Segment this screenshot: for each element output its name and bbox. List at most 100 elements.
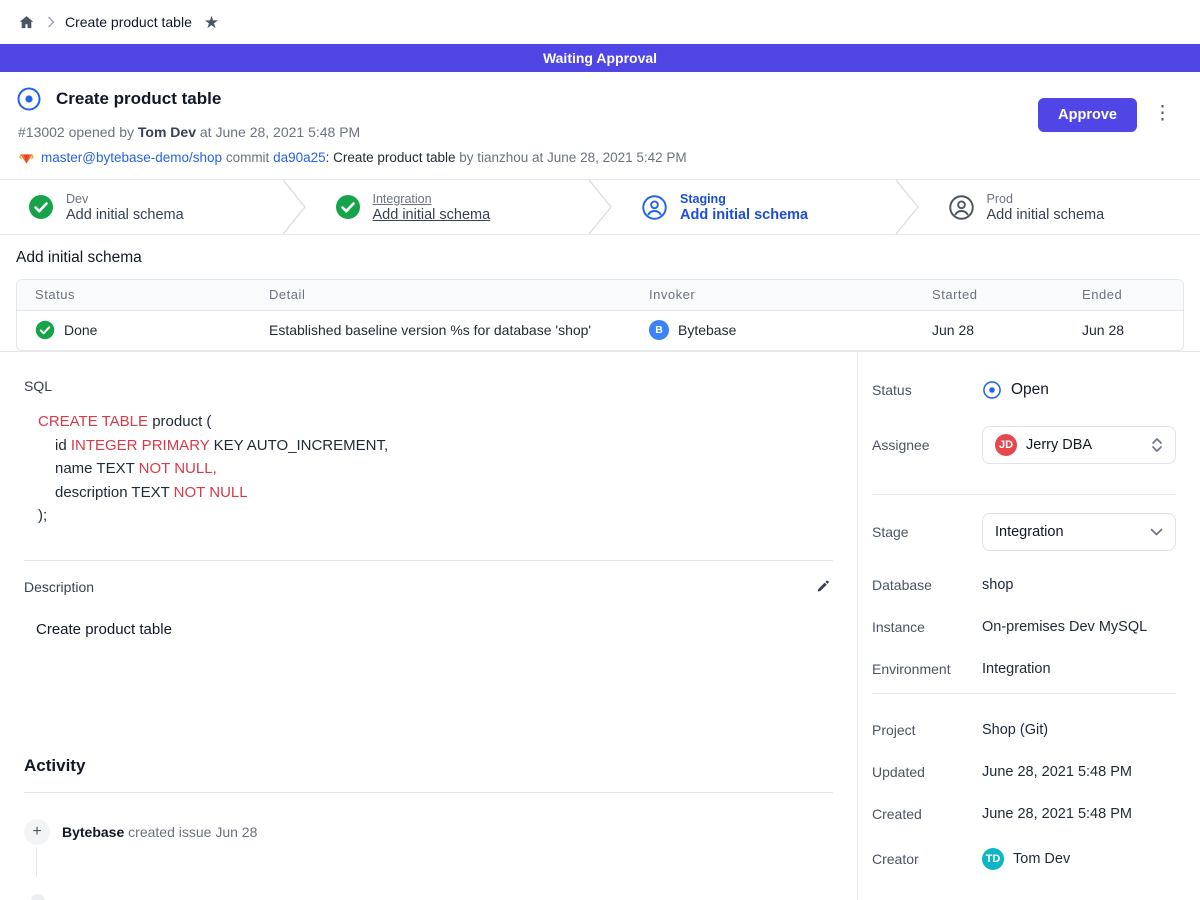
stage-env-label: Prod xyxy=(987,192,1105,206)
commit-hash-link[interactable]: da90a25 xyxy=(273,150,326,165)
col-started: Started xyxy=(914,280,1064,310)
bookmark-star-button[interactable]: ★ xyxy=(202,12,221,33)
task-table: Status Detail Invoker Started Ended xyxy=(17,280,1183,350)
task-section-title: Add initial schema xyxy=(16,249,1184,267)
issue-meta: #13002 opened by Tom Dev at June 28, 202… xyxy=(18,124,1038,140)
issue-opened-time: at June 28, 2021 5:48 PM xyxy=(200,124,360,140)
approval-banner: Waiting Approval xyxy=(0,44,1200,72)
creator-label: Creator xyxy=(872,851,982,867)
stage-separator-icon xyxy=(894,180,920,234)
issue-sidebar: Status Open Assignee JD Jerry DBA xyxy=(858,352,1200,900)
updated-label: Updated xyxy=(872,764,982,780)
stage-task-label: Add initial schema xyxy=(987,207,1105,223)
branch-link[interactable]: master@bytebase-demo/shop xyxy=(41,150,222,165)
divider xyxy=(872,494,1176,495)
commit-message: : Create product table xyxy=(326,150,456,165)
description-label: Description xyxy=(24,579,94,595)
stage-task-label: Add initial schema xyxy=(680,207,808,223)
chevron-down-icon xyxy=(1150,528,1163,536)
sql-keyword: CREATE TABLE xyxy=(38,413,148,430)
sql-text: description TEXT xyxy=(55,484,174,501)
created-label: Created xyxy=(872,806,982,822)
sql-text: ); xyxy=(38,507,47,524)
task-section: Add initial schema Status Detail Invoker… xyxy=(0,235,1200,351)
more-actions-button[interactable]: ⋮ xyxy=(1149,98,1176,129)
bytebase-issue-page: Create product table ★ Waiting Approval … xyxy=(0,0,1200,900)
chevron-right-icon xyxy=(47,16,55,28)
description-text[interactable]: Create product table xyxy=(36,621,833,638)
project-value: Shop (Git) xyxy=(982,722,1048,738)
star-icon: ★ xyxy=(204,14,219,31)
stage-task-label: Add initial schema xyxy=(373,207,491,223)
task-table-header: Status Detail Invoker Started Ended xyxy=(17,280,1183,310)
sql-keyword: NOT NULL xyxy=(174,484,248,501)
task-started: Jun 28 xyxy=(914,310,1064,350)
stage-integration[interactable]: Integration Add initial schema xyxy=(307,180,588,234)
environment-value: Integration xyxy=(982,661,1051,677)
stage-separator-icon xyxy=(587,180,613,234)
activity-timeline-line xyxy=(36,847,37,877)
edit-description-button[interactable] xyxy=(813,577,833,597)
assignee-select[interactable]: JD Jerry DBA xyxy=(982,426,1176,464)
col-ended: Ended xyxy=(1064,280,1183,310)
issue-number: #13002 opened by xyxy=(18,124,134,140)
plus-icon: + xyxy=(24,819,50,845)
gitlab-icon xyxy=(18,149,35,165)
commit-line: master@bytebase-demo/shop commit da90a25… xyxy=(18,149,1038,165)
task-ended: Jun 28 xyxy=(1064,310,1183,350)
database-value: shop xyxy=(982,577,1013,593)
instance-value: On-premises Dev MySQL xyxy=(982,619,1147,635)
sql-keyword: INTEGER PRIMARY xyxy=(71,437,210,454)
sql-label: SQL xyxy=(24,378,833,394)
stage-label: Stage xyxy=(872,524,982,540)
stage-dev[interactable]: Dev Add initial schema xyxy=(0,180,281,234)
instance-label: Instance xyxy=(872,619,982,635)
activity-title: Activity xyxy=(24,756,833,776)
check-circle-icon xyxy=(28,194,54,220)
breadcrumb-title: Create product table xyxy=(65,14,192,30)
activity-action: created issue xyxy=(128,824,211,840)
approve-button[interactable]: Approve xyxy=(1038,98,1137,132)
status-value: Open xyxy=(1011,381,1049,399)
approval-banner-text: Waiting Approval xyxy=(543,50,657,66)
user-circle-icon xyxy=(948,194,975,221)
activity-actor: Bytebase xyxy=(62,824,124,840)
created-value: June 28, 2021 5:48 PM xyxy=(982,806,1132,822)
col-status: Status xyxy=(17,280,251,310)
issue-content-panel: SQL CREATE TABLE product ( id INTEGER PR… xyxy=(0,352,858,900)
breadcrumb: Create product table ★ xyxy=(0,0,1200,44)
sql-text: KEY AUTO_INCREMENT, xyxy=(209,437,388,454)
creator-value: Tom Dev xyxy=(1013,851,1070,867)
invoker-avatar: B xyxy=(649,320,669,340)
check-circle-icon xyxy=(35,320,55,340)
divider xyxy=(872,693,1176,694)
stage-prod[interactable]: Prod Add initial schema xyxy=(920,180,1200,234)
stage-select[interactable]: Integration xyxy=(982,513,1176,551)
assignee-avatar: JD xyxy=(995,434,1017,456)
sql-text: product ( xyxy=(148,413,211,430)
creator-avatar: TD xyxy=(982,848,1004,870)
stage-env-label: Dev xyxy=(66,192,184,206)
status-label: Status xyxy=(872,382,982,398)
status-open-icon xyxy=(982,380,1002,400)
stage-staging[interactable]: Staging Add initial schema xyxy=(613,180,894,234)
task-detail: Established baseline version %s for data… xyxy=(251,310,631,350)
home-button[interactable] xyxy=(16,12,37,33)
sql-text: name TEXT xyxy=(55,460,139,477)
table-row[interactable]: Done Established baseline version %s for… xyxy=(17,310,1183,350)
commit-word: commit xyxy=(226,150,270,165)
sql-text: id xyxy=(55,437,71,454)
divider xyxy=(24,792,833,793)
updown-chevrons-icon xyxy=(1151,437,1163,453)
check-circle-icon xyxy=(335,194,361,220)
stage-task-label: Add initial schema xyxy=(66,207,184,223)
stage-separator-icon xyxy=(281,180,307,234)
project-label: Project xyxy=(872,722,982,738)
database-label: Database xyxy=(872,577,982,593)
col-invoker: Invoker xyxy=(631,280,914,310)
pipeline-stage-bar: Dev Add initial schema Integration Add i… xyxy=(0,179,1200,235)
user-circle-icon xyxy=(641,194,668,221)
divider xyxy=(24,560,833,561)
kebab-menu-icon: ⋮ xyxy=(1151,100,1174,127)
home-icon xyxy=(18,14,35,31)
